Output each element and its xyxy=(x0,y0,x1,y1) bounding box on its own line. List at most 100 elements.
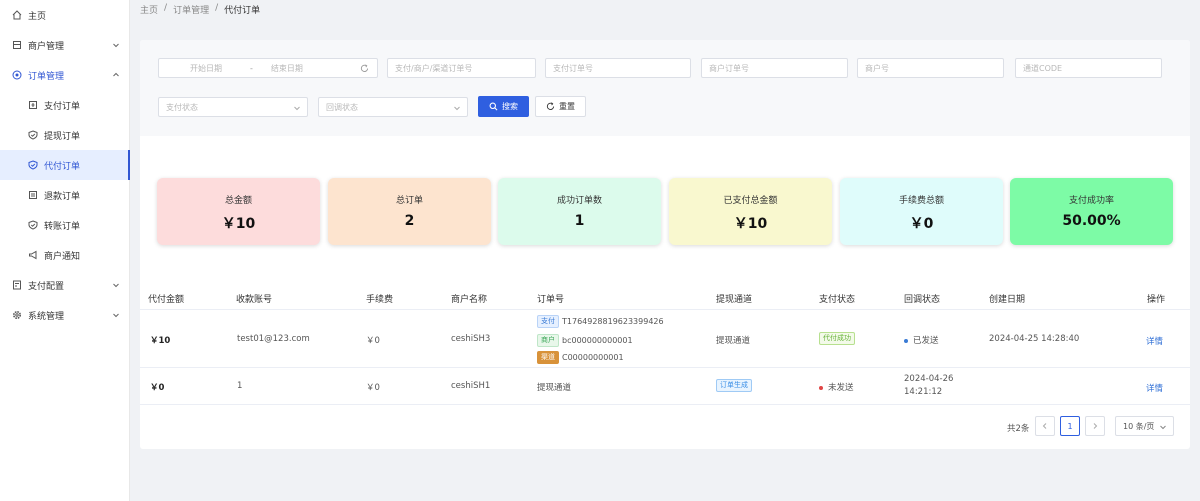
stat-title: 手续费总额 xyxy=(898,196,944,206)
sidebar-item-label: 退款订单 xyxy=(44,191,81,202)
end-date-input[interactable]: 结束日期 xyxy=(271,63,303,74)
chevron-down-icon xyxy=(1160,425,1166,430)
date-range-separator: - xyxy=(250,63,253,73)
start-date-input[interactable]: 开始日期 xyxy=(190,63,222,74)
pay-order-no-input[interactable]: 支付订单号 xyxy=(545,58,691,78)
config-icon xyxy=(12,280,22,290)
tag-merchant: 商户 xyxy=(537,334,559,347)
page-size-select[interactable]: 10 条/页 xyxy=(1115,416,1174,436)
column-header-created: 创建日期 xyxy=(989,295,1026,305)
search-button-label: 搜索 xyxy=(502,102,518,111)
merchant-order-id: bc000000000001 xyxy=(562,336,633,345)
page-size-value: 10 条/页 xyxy=(1123,421,1155,431)
reset-icon xyxy=(546,102,555,110)
stat-value: ￥10 xyxy=(221,216,256,232)
stat-value: 2 xyxy=(404,213,415,229)
shield-icon xyxy=(28,160,38,170)
sidebar-item-pay-config[interactable]: 支付配置 xyxy=(0,270,130,300)
column-header-pay-status: 支付状态 xyxy=(819,295,856,305)
column-header-account: 收款账号 xyxy=(236,295,273,305)
stat-card-total-orders: 总订单 2 xyxy=(328,178,491,245)
prev-page-button[interactable] xyxy=(1035,416,1055,436)
sidebar-item-pay-orders[interactable]: 支付订单 xyxy=(0,90,130,120)
status-dot xyxy=(819,385,823,390)
pay-order-id: T1764928819623399426 xyxy=(562,317,664,326)
sidebar-item-merchant-notify[interactable]: 商户通知 xyxy=(0,240,130,270)
chevron-down-icon xyxy=(294,106,300,111)
breadcrumb-current: 代付订单 xyxy=(224,6,261,16)
breadcrumb: 主页 / 订单管理 / 代付订单 xyxy=(140,3,260,16)
column-header-channel: 提现通道 xyxy=(716,295,753,305)
cell-amount: ￥0 xyxy=(150,383,165,393)
next-page-button[interactable] xyxy=(1085,416,1105,436)
breadcrumb-home[interactable]: 主页 xyxy=(140,3,158,16)
stat-card-success-orders: 成功订单数 1 xyxy=(498,178,661,245)
stat-value: 50.00% xyxy=(1062,213,1121,229)
cell-callback-status: 已发送 xyxy=(904,334,939,346)
order-id-channel: 渠道 C00000000001 xyxy=(537,351,624,364)
sidebar-item-label: 转账订单 xyxy=(44,221,81,232)
breadcrumb-separator: / xyxy=(215,3,219,13)
stat-value: ￥10 xyxy=(733,216,768,232)
sidebar-item-refund-orders[interactable]: 退款订单 xyxy=(0,180,130,210)
filter-panel: 开始日期 - 结束日期 支付/商户/渠道订单号 支付订单号 商户订单号 商户号 … xyxy=(140,40,1190,136)
chevron-right-icon xyxy=(1093,423,1098,429)
stat-value: 1 xyxy=(574,213,585,229)
sidebar-item-home[interactable]: 主页 xyxy=(0,0,130,30)
refresh-icon[interactable] xyxy=(360,64,369,73)
sidebar-item-label: 支付配置 xyxy=(28,281,65,292)
sidebar-item-order-management[interactable]: 订单管理 xyxy=(0,60,130,90)
stat-title: 已支付总金额 xyxy=(723,196,778,206)
pay-order-icon xyxy=(28,100,38,110)
sidebar-item-label: 代付订单 xyxy=(44,161,81,172)
breadcrumb-order-management[interactable]: 订单管理 xyxy=(173,3,209,16)
stat-card-fee-total: 手续费总额 ￥0 xyxy=(840,178,1003,245)
cell-order-no: 提现通道 xyxy=(537,383,572,393)
reset-button[interactable]: 重置 xyxy=(535,96,586,117)
breadcrumb-separator: / xyxy=(164,3,168,13)
sidebar-item-payout-orders[interactable]: 代付订单 xyxy=(0,150,130,180)
sidebar-item-withdraw-orders[interactable]: 提现订单 xyxy=(0,120,130,150)
channel-code-input[interactable]: 通道CODE xyxy=(1015,58,1162,78)
chevron-down-icon xyxy=(113,43,119,48)
sidebar-item-transfer-orders[interactable]: 转账订单 xyxy=(0,210,130,240)
column-header-action: 操作 xyxy=(1147,295,1166,305)
callback-status-select[interactable]: 回调状态 xyxy=(318,97,468,117)
search-icon xyxy=(489,102,498,111)
merchant-order-no-input[interactable]: 商户订单号 xyxy=(701,58,848,78)
cell-fee: ￥0 xyxy=(366,383,380,393)
stat-title: 支付成功率 xyxy=(1068,196,1114,206)
cell-pay-status: 代付成功 xyxy=(819,332,855,345)
megaphone-icon xyxy=(28,250,38,260)
sidebar-item-system-management[interactable]: 系统管理 xyxy=(0,300,130,330)
date-range-picker[interactable]: 开始日期 - 结束日期 xyxy=(158,58,378,78)
search-button[interactable]: 搜索 xyxy=(478,96,529,117)
order-id-pay: 支付 T1764928819623399426 xyxy=(537,315,664,328)
cell-fee: ￥0 xyxy=(366,336,380,346)
sidebar-item-label: 提现订单 xyxy=(44,131,81,142)
column-header-merchant: 商户名称 xyxy=(451,295,488,305)
cell-pay-status: 订单生成 xyxy=(716,379,752,392)
pay-status-select[interactable]: 支付状态 xyxy=(158,97,308,117)
stat-card-total-amount: 总金额 ￥10 xyxy=(157,178,320,245)
order-search-input[interactable]: 支付/商户/渠道订单号 xyxy=(387,58,536,78)
refund-icon xyxy=(28,190,38,200)
sidebar-item-merchant-management[interactable]: 商户管理 xyxy=(0,30,130,60)
status-dot xyxy=(904,338,908,343)
cell-created-date: 2024-04-26 xyxy=(904,374,954,384)
cell-account: 1 xyxy=(237,381,243,391)
cell-merchant: ceshiSH1 xyxy=(451,381,491,391)
detail-link[interactable]: 详情 xyxy=(1146,335,1163,347)
sidebar: 主页 商户管理 订单管理 支付订单 提现订单 代付订单 退款订单 转账订单 商户… xyxy=(0,0,130,501)
cell-created-time: 14:21:12 xyxy=(904,387,943,397)
tag-channel: 渠道 xyxy=(537,351,559,364)
callback-status-text: 未发送 xyxy=(828,383,854,393)
merchant-no-input[interactable]: 商户号 xyxy=(857,58,1004,78)
detail-link[interactable]: 详情 xyxy=(1146,382,1163,394)
home-icon xyxy=(12,10,22,20)
main-card: 开始日期 - 结束日期 支付/商户/渠道订单号 支付订单号 商户订单号 商户号 … xyxy=(140,40,1190,449)
order-icon xyxy=(12,70,22,80)
sidebar-item-label: 主页 xyxy=(28,11,47,22)
column-header-order-no: 订单号 xyxy=(537,295,565,305)
page-number-button[interactable]: 1 xyxy=(1060,416,1080,436)
